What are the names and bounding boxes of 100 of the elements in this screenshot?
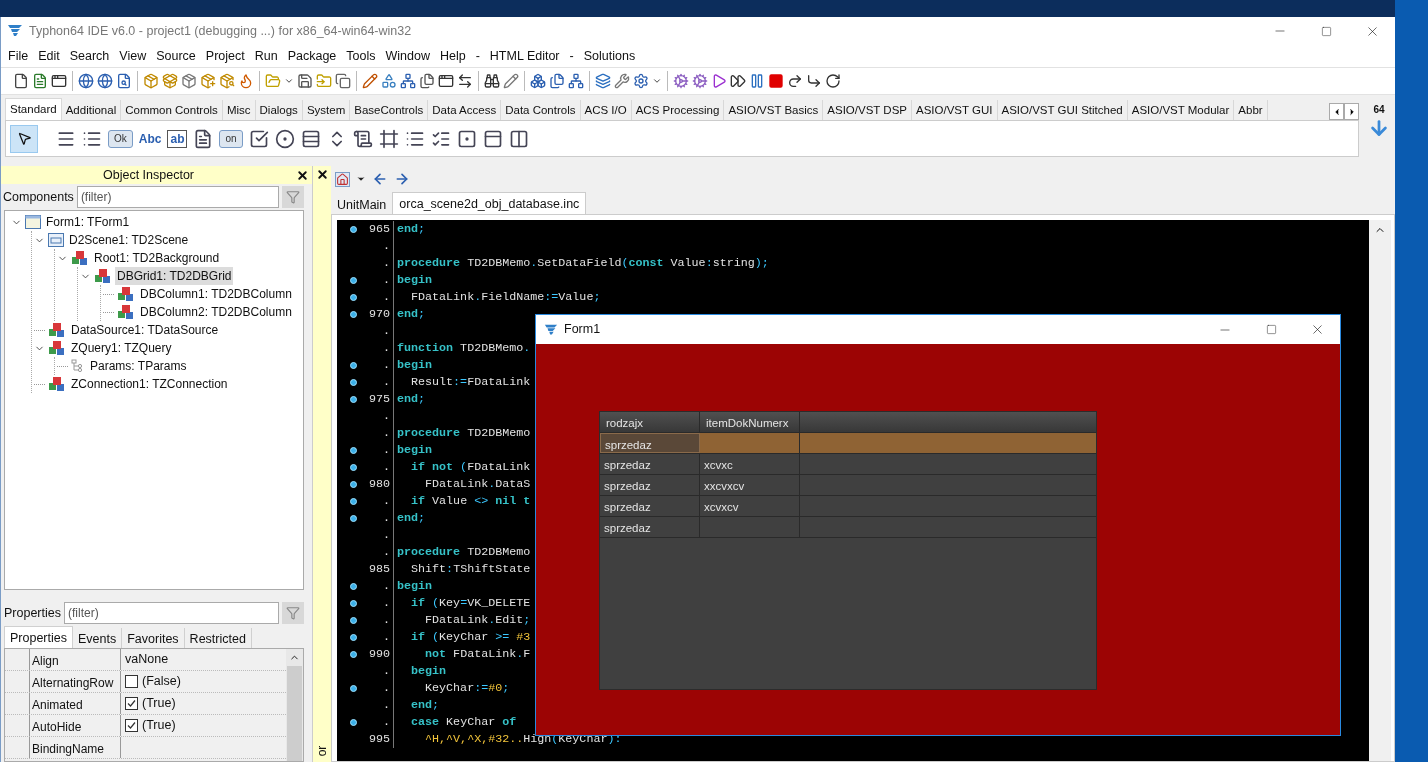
pencil-icon[interactable] [503, 73, 519, 89]
property-name[interactable]: Animated [29, 693, 121, 714]
tree-item[interactable]: DBColumn1: TD2DBColumn [138, 285, 294, 303]
grid-row[interactable]: sprzedaz xcvxcv [600, 496, 1096, 517]
editor-tab[interactable]: orca_scene2d_obj_database.inc [392, 192, 587, 214]
menu-item[interactable]: Tools [341, 46, 381, 66]
play-icon[interactable] [711, 73, 727, 89]
tree-item[interactable]: Form1: TForm1 [44, 213, 132, 231]
close-icon[interactable] [296, 168, 309, 182]
menu-item[interactable]: Package [282, 46, 342, 66]
breakpoint-marker[interactable] [349, 651, 357, 658]
menu-item[interactable]: - [470, 46, 485, 66]
network-icon[interactable] [568, 73, 584, 89]
breakpoint-marker[interactable] [349, 226, 357, 233]
filter-field[interactable]: (filter) [64, 602, 279, 624]
checkbox[interactable] [125, 675, 138, 688]
breakpoint-marker[interactable] [349, 498, 357, 505]
menu-item[interactable]: - [564, 46, 579, 66]
pause-icon[interactable] [749, 73, 765, 89]
maximize-icon[interactable] [1265, 324, 1277, 335]
tree-item[interactable]: ZConnection1: TZConnection [69, 375, 230, 393]
tree-item[interactable]: DBColumn2: TD2DBColumn [138, 303, 294, 321]
shapes-icon[interactable] [381, 73, 397, 89]
fast-forward-icon[interactable] [730, 73, 746, 89]
copy-icon[interactable] [335, 73, 351, 89]
menu-item[interactable]: Solutions [578, 46, 641, 66]
breakpoint-marker[interactable] [349, 600, 357, 607]
checkbox[interactable] [125, 719, 138, 732]
globe-icon[interactable] [78, 73, 94, 89]
window-icon[interactable] [51, 73, 67, 89]
pointer-tool-icon[interactable] [10, 124, 38, 153]
save-icon[interactable] [297, 73, 313, 89]
globe-icon[interactable] [97, 73, 113, 89]
breakpoint-marker[interactable] [349, 379, 357, 386]
property-value[interactable]: (False) [142, 672, 181, 691]
column-header[interactable]: rodzajx [600, 412, 700, 432]
tree-item[interactable]: DBGrid1: TD2DBGrid [115, 267, 234, 285]
new-file-icon[interactable] [13, 73, 29, 89]
breakpoint-marker[interactable] [349, 617, 357, 624]
memo-icon[interactable] [193, 128, 214, 149]
breakpoint-marker[interactable] [349, 447, 357, 454]
menu-item[interactable]: View [114, 46, 152, 66]
close-icon[interactable] [315, 168, 329, 181]
window-icon[interactable] [438, 73, 454, 89]
property-value[interactable]: (True) [142, 716, 176, 735]
tree-item[interactable]: Root1: TD2Background [92, 249, 222, 267]
scrollbar[interactable] [1369, 220, 1391, 761]
package-icon[interactable] [162, 73, 178, 89]
package-icon[interactable] [143, 73, 159, 89]
grid-row[interactable]: sprzedaz xxcvxcv [600, 475, 1096, 496]
breakpoint-marker[interactable] [349, 719, 357, 726]
filter-field[interactable]: (filter) [76, 186, 279, 208]
step-out-icon[interactable] [825, 73, 841, 89]
list-box-icon[interactable] [300, 128, 321, 149]
grid-row[interactable]: sprzedaz xcvxc [600, 454, 1096, 475]
package-icon[interactable] [181, 73, 197, 89]
tree-item[interactable]: DataSource1: TDataSource [69, 321, 221, 339]
palette-tab[interactable]: Standard [5, 98, 62, 120]
maximize-icon[interactable] [1320, 25, 1332, 37]
breakpoint-marker[interactable] [349, 311, 357, 318]
wrench-icon[interactable] [614, 73, 630, 89]
breakpoint-marker[interactable] [349, 685, 357, 692]
layers-icon[interactable] [595, 73, 611, 89]
binoculars-icon[interactable] [484, 73, 500, 89]
file-search-icon[interactable] [116, 73, 132, 89]
breakpoint-marker[interactable] [349, 634, 357, 641]
property-value[interactable]: vaNone [125, 650, 169, 669]
checkbox-icon[interactable] [248, 128, 269, 149]
arrows-icon[interactable] [457, 73, 473, 89]
menu-item[interactable]: Edit [33, 46, 65, 66]
file-text-icon[interactable] [32, 73, 48, 89]
network-icon[interactable] [400, 73, 416, 89]
palette-component[interactable]: ab [167, 129, 188, 148]
property-name[interactable]: BindingName [29, 737, 121, 758]
step-over-icon[interactable] [787, 73, 803, 89]
stop-icon[interactable] [768, 73, 784, 89]
menu-item[interactable]: Window [380, 46, 435, 66]
palette-component[interactable]: Ok [108, 129, 133, 148]
property-name[interactable]: Align [29, 649, 121, 670]
pencil-icon[interactable] [362, 73, 378, 89]
gear-icon[interactable] [692, 73, 708, 89]
tree-item[interactable]: ZQuery1: TZQuery [69, 339, 174, 357]
column-header[interactable]: itemDokNumerx [700, 412, 800, 432]
inspector-tab[interactable]: Properties [4, 626, 73, 648]
frame-icon[interactable] [482, 128, 503, 149]
home-icon[interactable] [335, 171, 350, 187]
back-icon[interactable] [372, 171, 388, 187]
files-icon[interactable] [549, 73, 565, 89]
tree-item[interactable]: D2Scene1: TD2Scene [67, 231, 191, 249]
property-name[interactable]: AutoHide [29, 715, 121, 736]
breakpoint-marker[interactable] [349, 515, 357, 522]
breakpoint-marker[interactable] [349, 294, 357, 301]
caret-icon[interactable] [356, 174, 366, 184]
boxes-icon[interactable] [530, 73, 546, 89]
grid-row[interactable]: sprzedaz [600, 517, 1096, 538]
menu-item[interactable]: Project [200, 46, 250, 66]
palette-component[interactable]: on [219, 129, 243, 148]
breakpoint-marker[interactable] [349, 396, 357, 403]
breakpoint-marker[interactable] [349, 362, 357, 369]
files-icon[interactable] [419, 73, 435, 89]
